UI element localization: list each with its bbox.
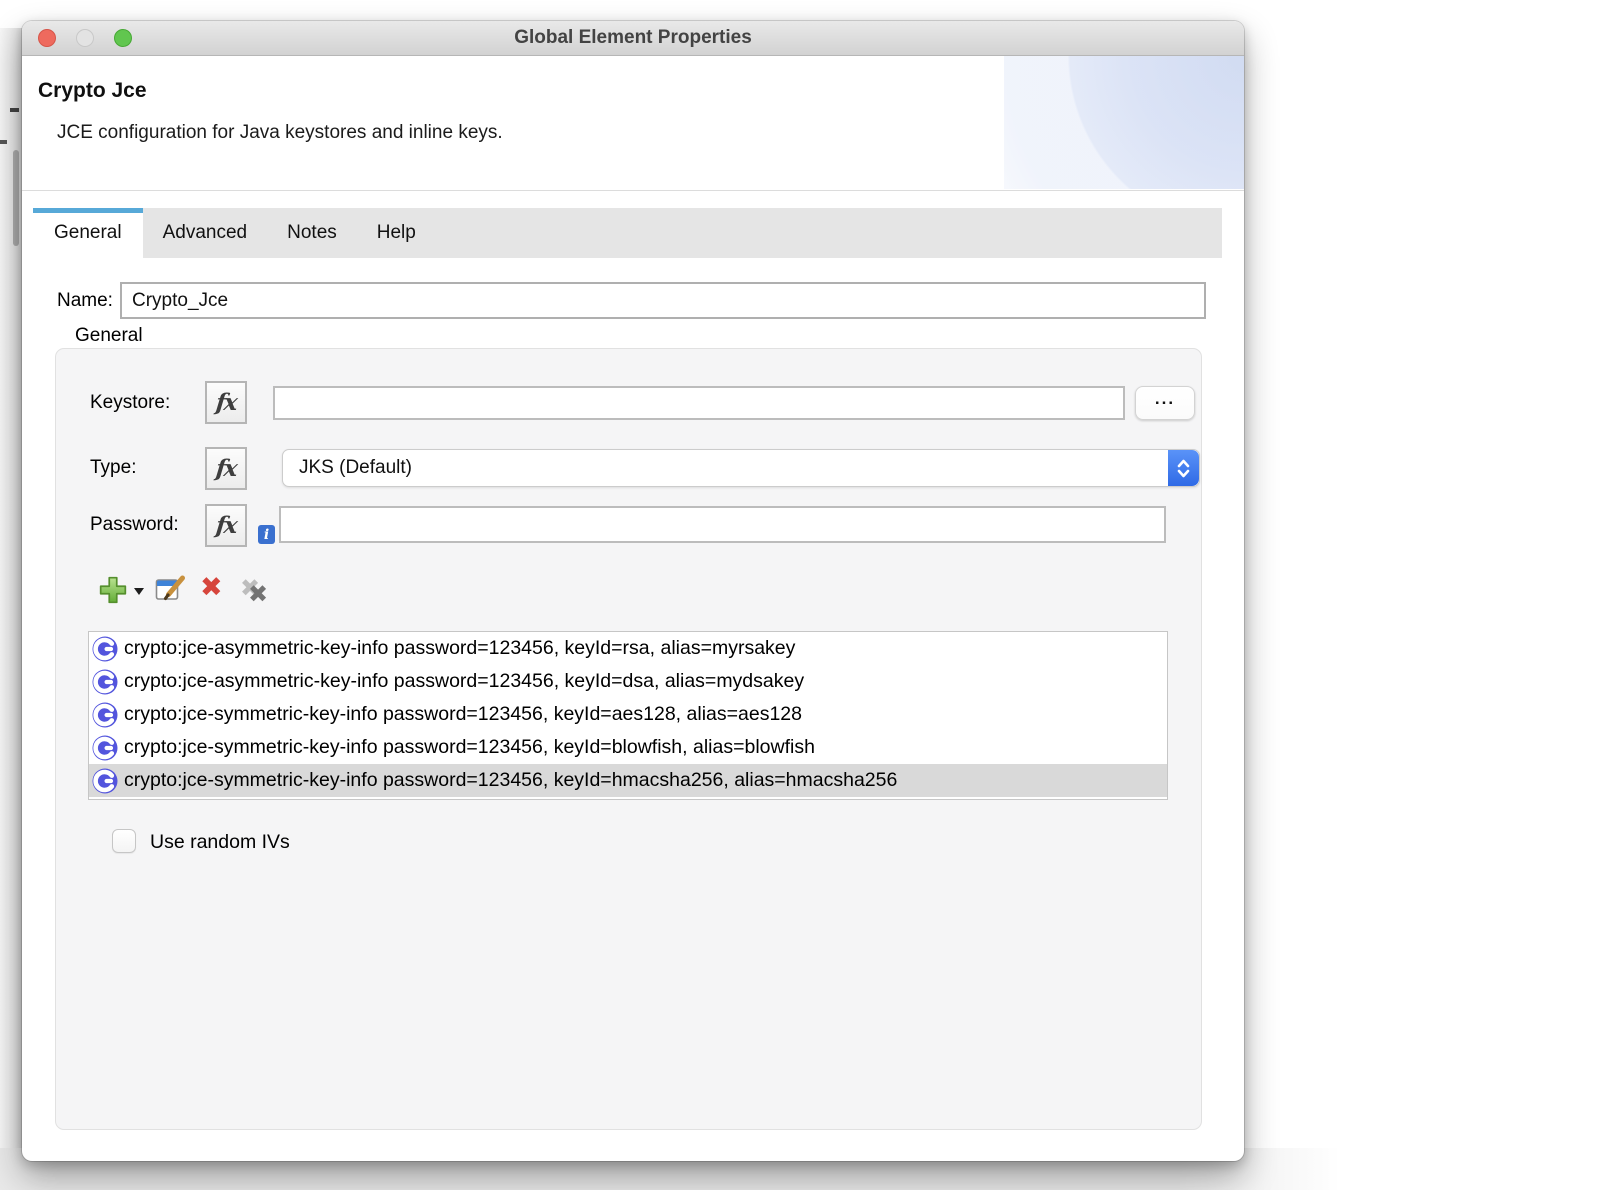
background-app-sliver — [0, 28, 22, 1152]
zoom-button[interactable] — [114, 29, 132, 47]
group-label: General — [75, 325, 143, 347]
minimize-button[interactable] — [76, 29, 94, 47]
plus-icon — [98, 575, 128, 605]
page-title: Crypto Jce — [38, 79, 147, 103]
key-list-item[interactable]: crypto:jce-asymmetric-key-info password=… — [89, 632, 1167, 665]
key-list-item[interactable]: crypto:jce-symmetric-key-info password=1… — [89, 698, 1167, 731]
type-select-value: JKS (Default) — [299, 457, 412, 479]
keystore-label: Keystore: — [90, 392, 170, 414]
password-label: Password: — [90, 514, 179, 536]
select-chevrons-icon — [1168, 450, 1199, 486]
key-list-item-text: crypto:jce-symmetric-key-info password=1… — [124, 703, 802, 726]
password-input[interactable] — [279, 506, 1166, 543]
use-random-ivs-checkbox[interactable] — [112, 829, 136, 853]
fx-icon: fx — [215, 455, 237, 482]
keystore-input[interactable] — [273, 386, 1125, 420]
password-expression-button[interactable]: fx — [205, 504, 247, 547]
edit-key-button[interactable] — [155, 575, 186, 609]
key-list-item[interactable]: crypto:jce-asymmetric-key-info password=… — [89, 665, 1167, 698]
key-list-item[interactable]: crypto:jce-symmetric-key-info password=1… — [89, 764, 1167, 797]
crypto-key-icon — [92, 636, 118, 662]
background-text-fragment — [10, 108, 19, 112]
use-random-ivs-label: Use random IVs — [150, 831, 290, 854]
tab-general[interactable]: General — [33, 208, 143, 258]
global-element-properties-dialog: Global Element Properties Crypto Jce JCE… — [22, 21, 1244, 1161]
key-list-item-text: crypto:jce-symmetric-key-info password=1… — [124, 769, 897, 792]
close-button[interactable] — [38, 29, 56, 47]
background-text-fragment — [0, 140, 7, 144]
type-label: Type: — [90, 457, 136, 479]
delete-all-icon: ✖ — [248, 580, 268, 609]
add-key-button[interactable] — [98, 575, 128, 610]
crypto-key-icon — [92, 768, 118, 794]
type-select[interactable]: JKS (Default) — [282, 449, 1200, 487]
tab-advanced[interactable]: Advanced — [143, 208, 268, 258]
crypto-key-icon — [92, 669, 118, 695]
key-list-item-text: crypto:jce-asymmetric-key-info password=… — [124, 670, 804, 693]
password-info-icon[interactable]: i — [258, 525, 275, 544]
browse-button[interactable]: ... — [1135, 386, 1195, 420]
type-expression-button[interactable]: fx — [205, 447, 247, 490]
name-label: Name: — [57, 290, 113, 312]
key-list-item-text: crypto:jce-asymmetric-key-info password=… — [124, 637, 795, 660]
fx-icon: fx — [215, 389, 237, 416]
crypto-key-icon — [92, 702, 118, 728]
edit-icon — [155, 575, 186, 604]
ellipsis-icon: ... — [1155, 389, 1175, 409]
delete-all-keys-button[interactable]: ✖ ✖ — [239, 577, 277, 607]
name-input[interactable] — [120, 282, 1206, 319]
banner-swoosh-graphic — [1004, 56, 1244, 189]
crypto-key-icon — [92, 735, 118, 761]
titlebar[interactable]: Global Element Properties — [22, 21, 1244, 56]
key-list-item[interactable]: crypto:jce-symmetric-key-info password=1… — [89, 731, 1167, 764]
fx-icon: fx — [215, 512, 237, 539]
key-list-item-text: crypto:jce-symmetric-key-info password=1… — [124, 736, 815, 759]
tab-help[interactable]: Help — [357, 208, 436, 258]
banner-header: Crypto Jce JCE configuration for Java ke… — [22, 56, 1244, 191]
delete-key-button[interactable]: ✖ — [200, 573, 223, 601]
delete-icon: ✖ — [200, 572, 223, 602]
keystore-expression-button[interactable]: fx — [205, 381, 247, 424]
tab-strip: GeneralAdvancedNotesHelp — [33, 208, 1222, 258]
tab-notes[interactable]: Notes — [267, 208, 357, 258]
background-scrollbar-fragment — [13, 150, 19, 246]
key-list[interactable]: crypto:jce-asymmetric-key-info password=… — [88, 631, 1168, 800]
add-key-dropdown-arrow[interactable] — [134, 588, 144, 595]
window-title: Global Element Properties — [514, 27, 752, 49]
page-description: JCE configuration for Java keystores and… — [57, 122, 503, 144]
